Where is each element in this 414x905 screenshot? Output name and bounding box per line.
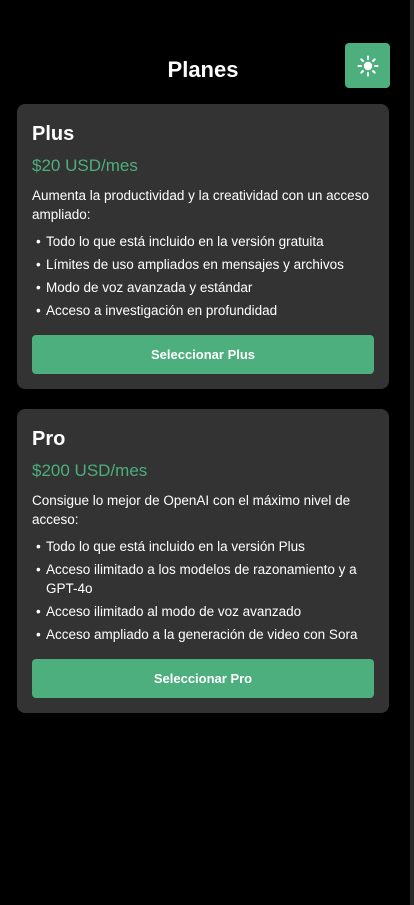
feature-item: • Todo lo que está incluido en la versión…: [36, 539, 305, 554]
feature-item: • Todo lo que está incluido en la versión…: [36, 234, 324, 249]
feature-text: Acceso ilimitado al modo de voz avanzado: [46, 604, 302, 619]
feature-text: Modo de voz avanzada y estándar: [46, 280, 253, 295]
plan-price: $200 USD/mes: [32, 461, 148, 480]
feature-text: Todo lo que está incluido en la versión …: [46, 234, 324, 249]
plans-page: Planes Plus $20 USD/mes Aumenta la produ…: [0, 0, 414, 905]
feature-item: • Acceso ilimitado a los modelos de razon…: [36, 560, 374, 598]
feature-text: Todo lo que está incluido en la versión …: [46, 539, 305, 554]
plan-price: $20 USD/mes: [32, 156, 138, 175]
select-pro-button[interactable]: Seleccionar Pro: [32, 659, 374, 698]
feature-list: • Todo lo que está incluido en la versión…: [32, 232, 374, 320]
feature-item: • Límites de uso ampliados en mensajes y …: [36, 257, 344, 272]
plan-description: Consigue lo mejor de OpenAI con el máxim…: [32, 493, 351, 527]
feature-item: • Acceso ampliado a la generación de vide…: [36, 627, 358, 642]
plan-card-plus: Plus $20 USD/mes Aumenta la productivida…: [17, 104, 389, 389]
feature-item: • Modo de voz avanzada y estándar: [36, 280, 253, 295]
feature-text: Acceso a investigación en profundidad: [46, 303, 278, 318]
header: Planes: [0, 0, 414, 104]
sun-icon: [357, 55, 378, 76]
feature-text: Acceso ilimitado a los modelos de razona…: [46, 562, 357, 596]
feature-text: Límites de uso ampliados en mensajes y a…: [46, 257, 344, 272]
feature-item: • Acceso ilimitado al modo de voz avanzad…: [36, 604, 302, 619]
select-plus-button[interactable]: Seleccionar Plus: [32, 335, 374, 374]
plan-card-pro: Pro $200 USD/mes Consigue lo mejor de Op…: [17, 409, 389, 713]
plan-description: Aumenta la productividad y la creativida…: [32, 188, 369, 222]
scrollbar[interactable]: [410, 0, 414, 905]
feature-list: • Todo lo que está incluido en la versión…: [32, 537, 374, 644]
feature-text: Acceso ampliado a la generación de video…: [46, 627, 358, 642]
theme-toggle-button[interactable]: [345, 43, 390, 88]
feature-item: • Acceso a investigación en profundidad: [36, 303, 278, 318]
plan-name: Pro: [32, 428, 66, 450]
plan-name: Plus: [32, 123, 75, 145]
